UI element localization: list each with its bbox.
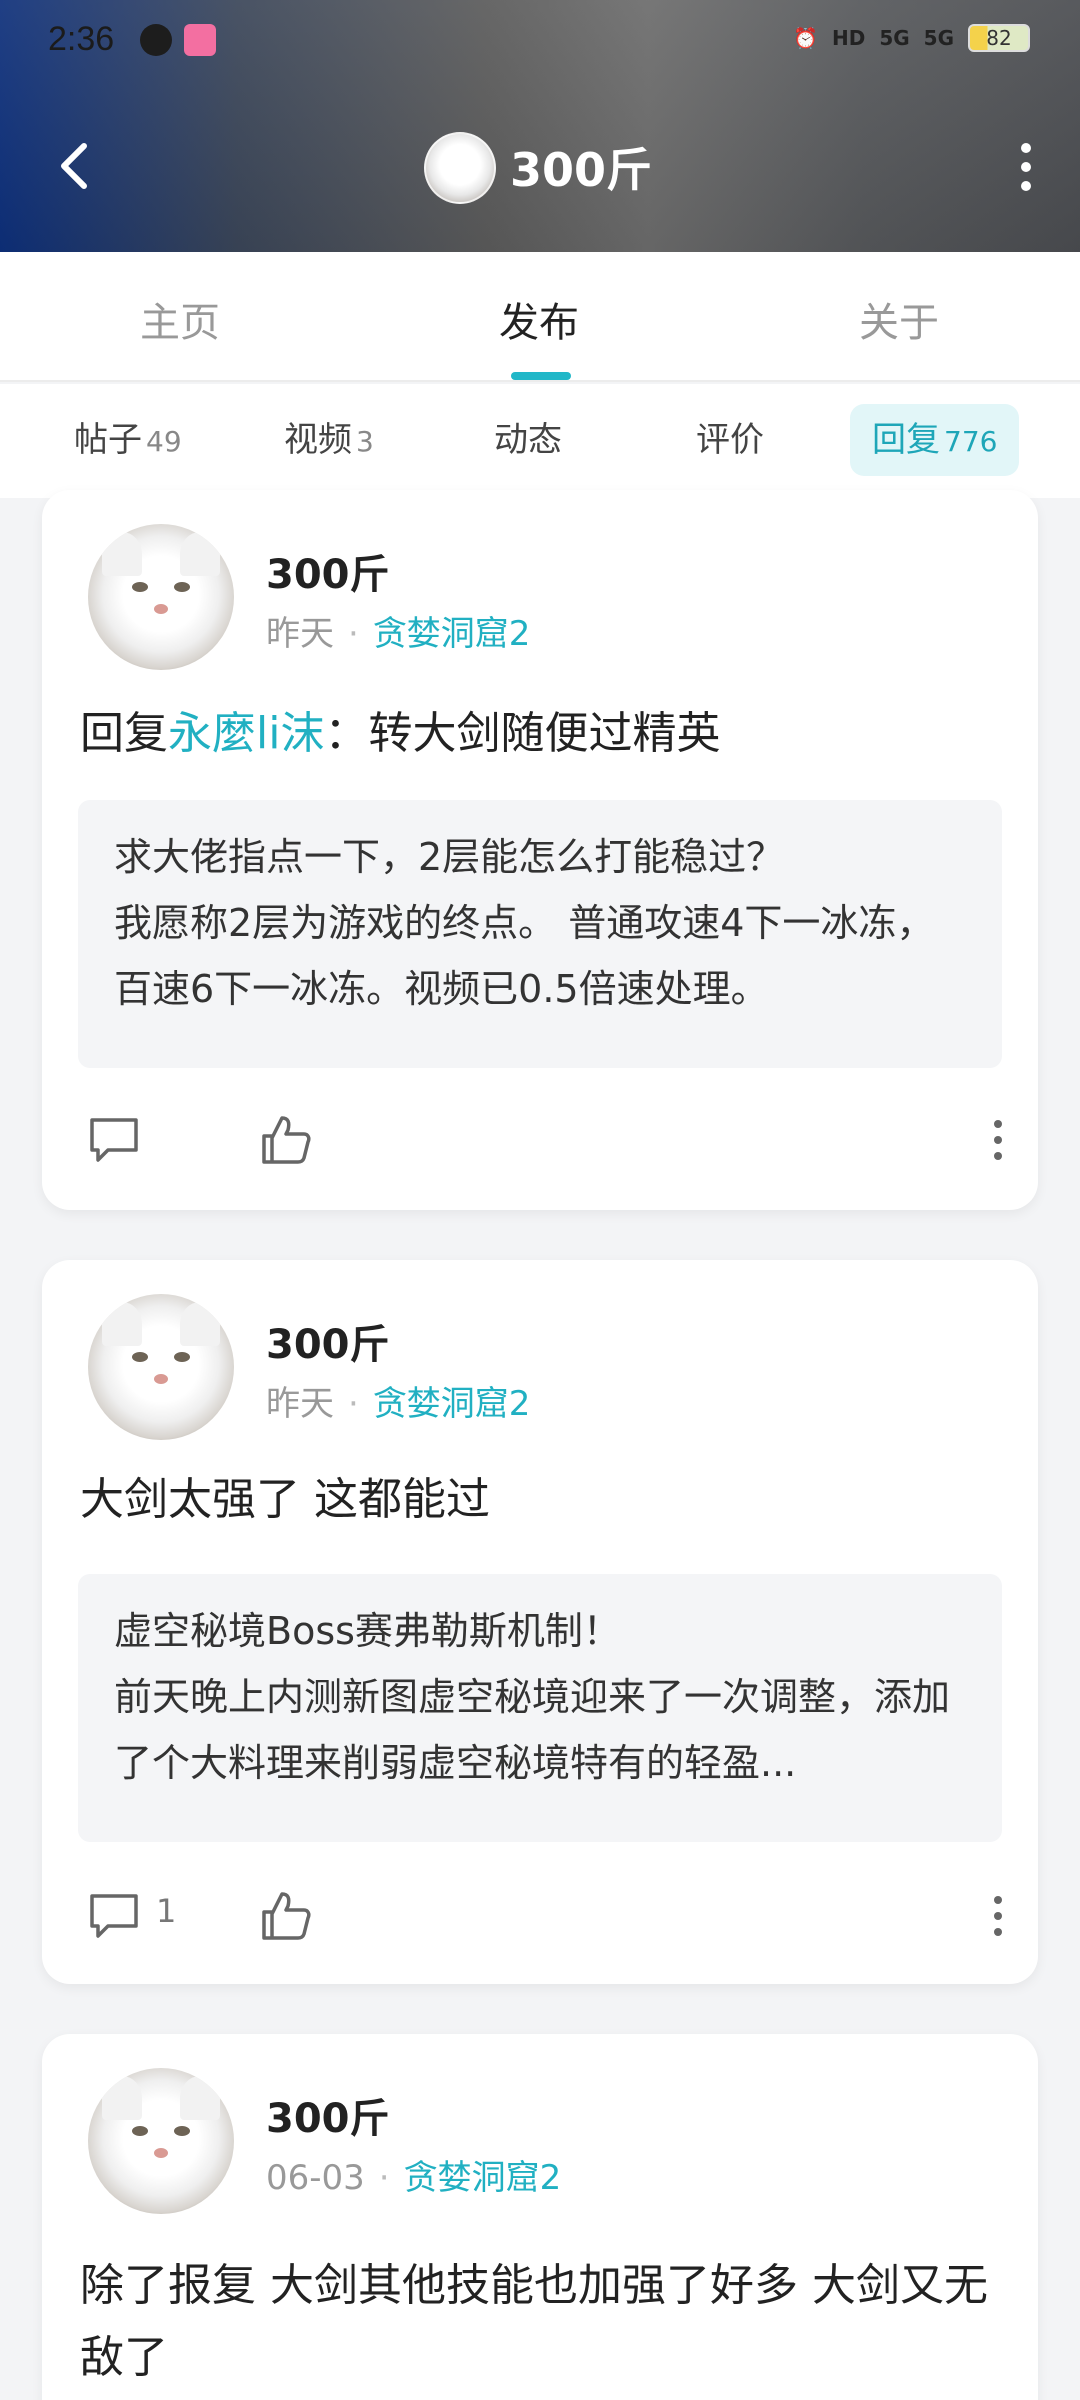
reply-card[interactable]: 300斤 昨天 · 贪婪洞窟2 回复永麼li沫：转大剑随便过精英 求大佬指点一下，2…: [42, 490, 1038, 1210]
subtab-label: 帖子: [74, 420, 142, 460]
reply-prefix: 回复: [80, 708, 168, 759]
subtab-count: 49: [146, 425, 182, 458]
subtab-label: 回复: [872, 420, 940, 460]
post-time: 06-03: [266, 2158, 365, 2198]
post-more-icon[interactable]: [988, 1112, 1008, 1168]
avatar[interactable]: [88, 1294, 234, 1440]
author-name[interactable]: 300斤: [266, 1312, 390, 1370]
subtab-moments[interactable]: 动态: [494, 404, 562, 476]
app-notification-icon: [140, 24, 172, 56]
quoted-body: 我愿称2层为游戏的终点。 普通攻速4下一冰冻，百速6下一冰冻。视频已0.5倍速处…: [114, 901, 935, 1011]
mention-link[interactable]: 永麼li沫: [168, 708, 324, 759]
profile-header: 2:36 ⏰ HD 5G 5G 82 300斤: [0, 0, 1080, 252]
like-icon[interactable]: [258, 1112, 314, 1168]
signal-5g-2: 5G: [923, 26, 954, 50]
subtab-count: 3: [356, 425, 374, 458]
post-actions: [42, 1098, 1038, 1178]
post-more-icon[interactable]: [988, 1888, 1008, 1944]
subtab-reviews[interactable]: 评价: [696, 404, 764, 476]
comment-count: 1: [156, 1892, 177, 1930]
subtab-posts[interactable]: 帖子 49: [74, 404, 182, 476]
subtab-label: 视频: [284, 420, 352, 460]
post-time: 昨天: [266, 614, 334, 654]
avatar[interactable]: [88, 2068, 234, 2214]
signal-5g-1: 5G: [879, 26, 910, 50]
reply-text: 除了报复 大剑其他技能也加强了好多 大剑又无敌了: [80, 2260, 988, 2383]
subtab-label: 动态: [494, 420, 562, 460]
quoted-post[interactable]: 求大佬指点一下，2层能怎么打能稳过？ 我愿称2层为游戏的终点。 普通攻速4下一冰…: [78, 800, 1002, 1068]
more-menu-icon[interactable]: [1016, 142, 1036, 192]
profile-tabs: 主页 发布 关于: [0, 252, 1080, 382]
quoted-title: 虚空秘境Boss赛弗勒斯机制！: [114, 1609, 621, 1653]
tab-about[interactable]: 关于: [859, 290, 939, 348]
post-meta: 昨天 · 贪婪洞窟2: [266, 1384, 531, 1424]
author-name[interactable]: 300斤: [266, 2086, 390, 2144]
quoted-body: 前天晚上内测新图虚空秘境迎来了一次调整，添加了个大料理来削弱虚空秘境特有的轻盈.…: [114, 1675, 951, 1785]
status-bar: 2:36 ⏰ HD 5G 5G 82: [0, 0, 1080, 80]
post-actions: 1: [42, 1874, 1038, 1954]
tab-indicator: [511, 372, 571, 380]
subtab-videos[interactable]: 视频 3: [284, 404, 374, 476]
author-name[interactable]: 300斤: [266, 542, 390, 600]
game-tag[interactable]: 贪婪洞窟2: [404, 2158, 562, 2198]
header-avatar: [424, 132, 496, 204]
subtab-label: 评价: [696, 420, 764, 460]
reply-card[interactable]: 300斤 昨天 · 贪婪洞窟2 大剑太强了 这都能过 虚空秘境Boss赛弗勒斯机制！…: [42, 1260, 1038, 1984]
nav-bar: 300斤: [0, 110, 1080, 220]
game-tag[interactable]: 贪婪洞窟2: [373, 614, 531, 654]
game-tag[interactable]: 贪婪洞窟2: [373, 1384, 531, 1424]
tab-publish[interactable]: 发布: [499, 290, 579, 348]
subtab-replies[interactable]: 回复 776: [850, 404, 1020, 476]
bilibili-icon: [184, 24, 216, 56]
post-meta: 昨天 · 贪婪洞窟2: [266, 614, 531, 654]
post-time: 昨天: [266, 1384, 334, 1424]
publish-subtabs: 帖子 49 视频 3 动态 评价 回复 776: [0, 384, 1080, 498]
hd-indicator: HD: [831, 26, 866, 50]
tab-home[interactable]: 主页: [140, 290, 220, 348]
comment-icon[interactable]: [86, 1112, 142, 1168]
like-icon[interactable]: [258, 1888, 314, 1944]
comment-icon[interactable]: [86, 1888, 142, 1944]
profile-title: 300斤: [510, 143, 653, 197]
quoted-title: 求大佬指点一下，2层能怎么打能稳过？: [114, 835, 785, 879]
post-meta: 06-03 · 贪婪洞窟2: [266, 2158, 562, 2198]
battery-indicator: 82: [968, 24, 1030, 52]
status-time: 2:36: [48, 20, 115, 58]
alarm-icon: ⏰: [793, 26, 818, 50]
reply-card[interactable]: 300斤 06-03 · 贪婪洞窟2 除了报复 大剑其他技能也加强了好多 大剑又无敌…: [42, 2034, 1038, 2400]
quoted-post[interactable]: 虚空秘境Boss赛弗勒斯机制！ 前天晚上内测新图虚空秘境迎来了一次调整，添加了个…: [78, 1574, 1002, 1842]
subtab-count: 776: [944, 425, 998, 458]
avatar[interactable]: [88, 524, 234, 670]
reply-text: 大剑太强了 这都能过: [80, 1474, 490, 1525]
reply-body: ：转大剑随便过精英: [324, 708, 721, 759]
status-right: ⏰ HD 5G 5G 82: [793, 24, 1030, 52]
back-arrow-icon[interactable]: [48, 138, 104, 194]
reply-text: 回复永麼li沫：转大剑随便过精英: [80, 698, 1010, 770]
